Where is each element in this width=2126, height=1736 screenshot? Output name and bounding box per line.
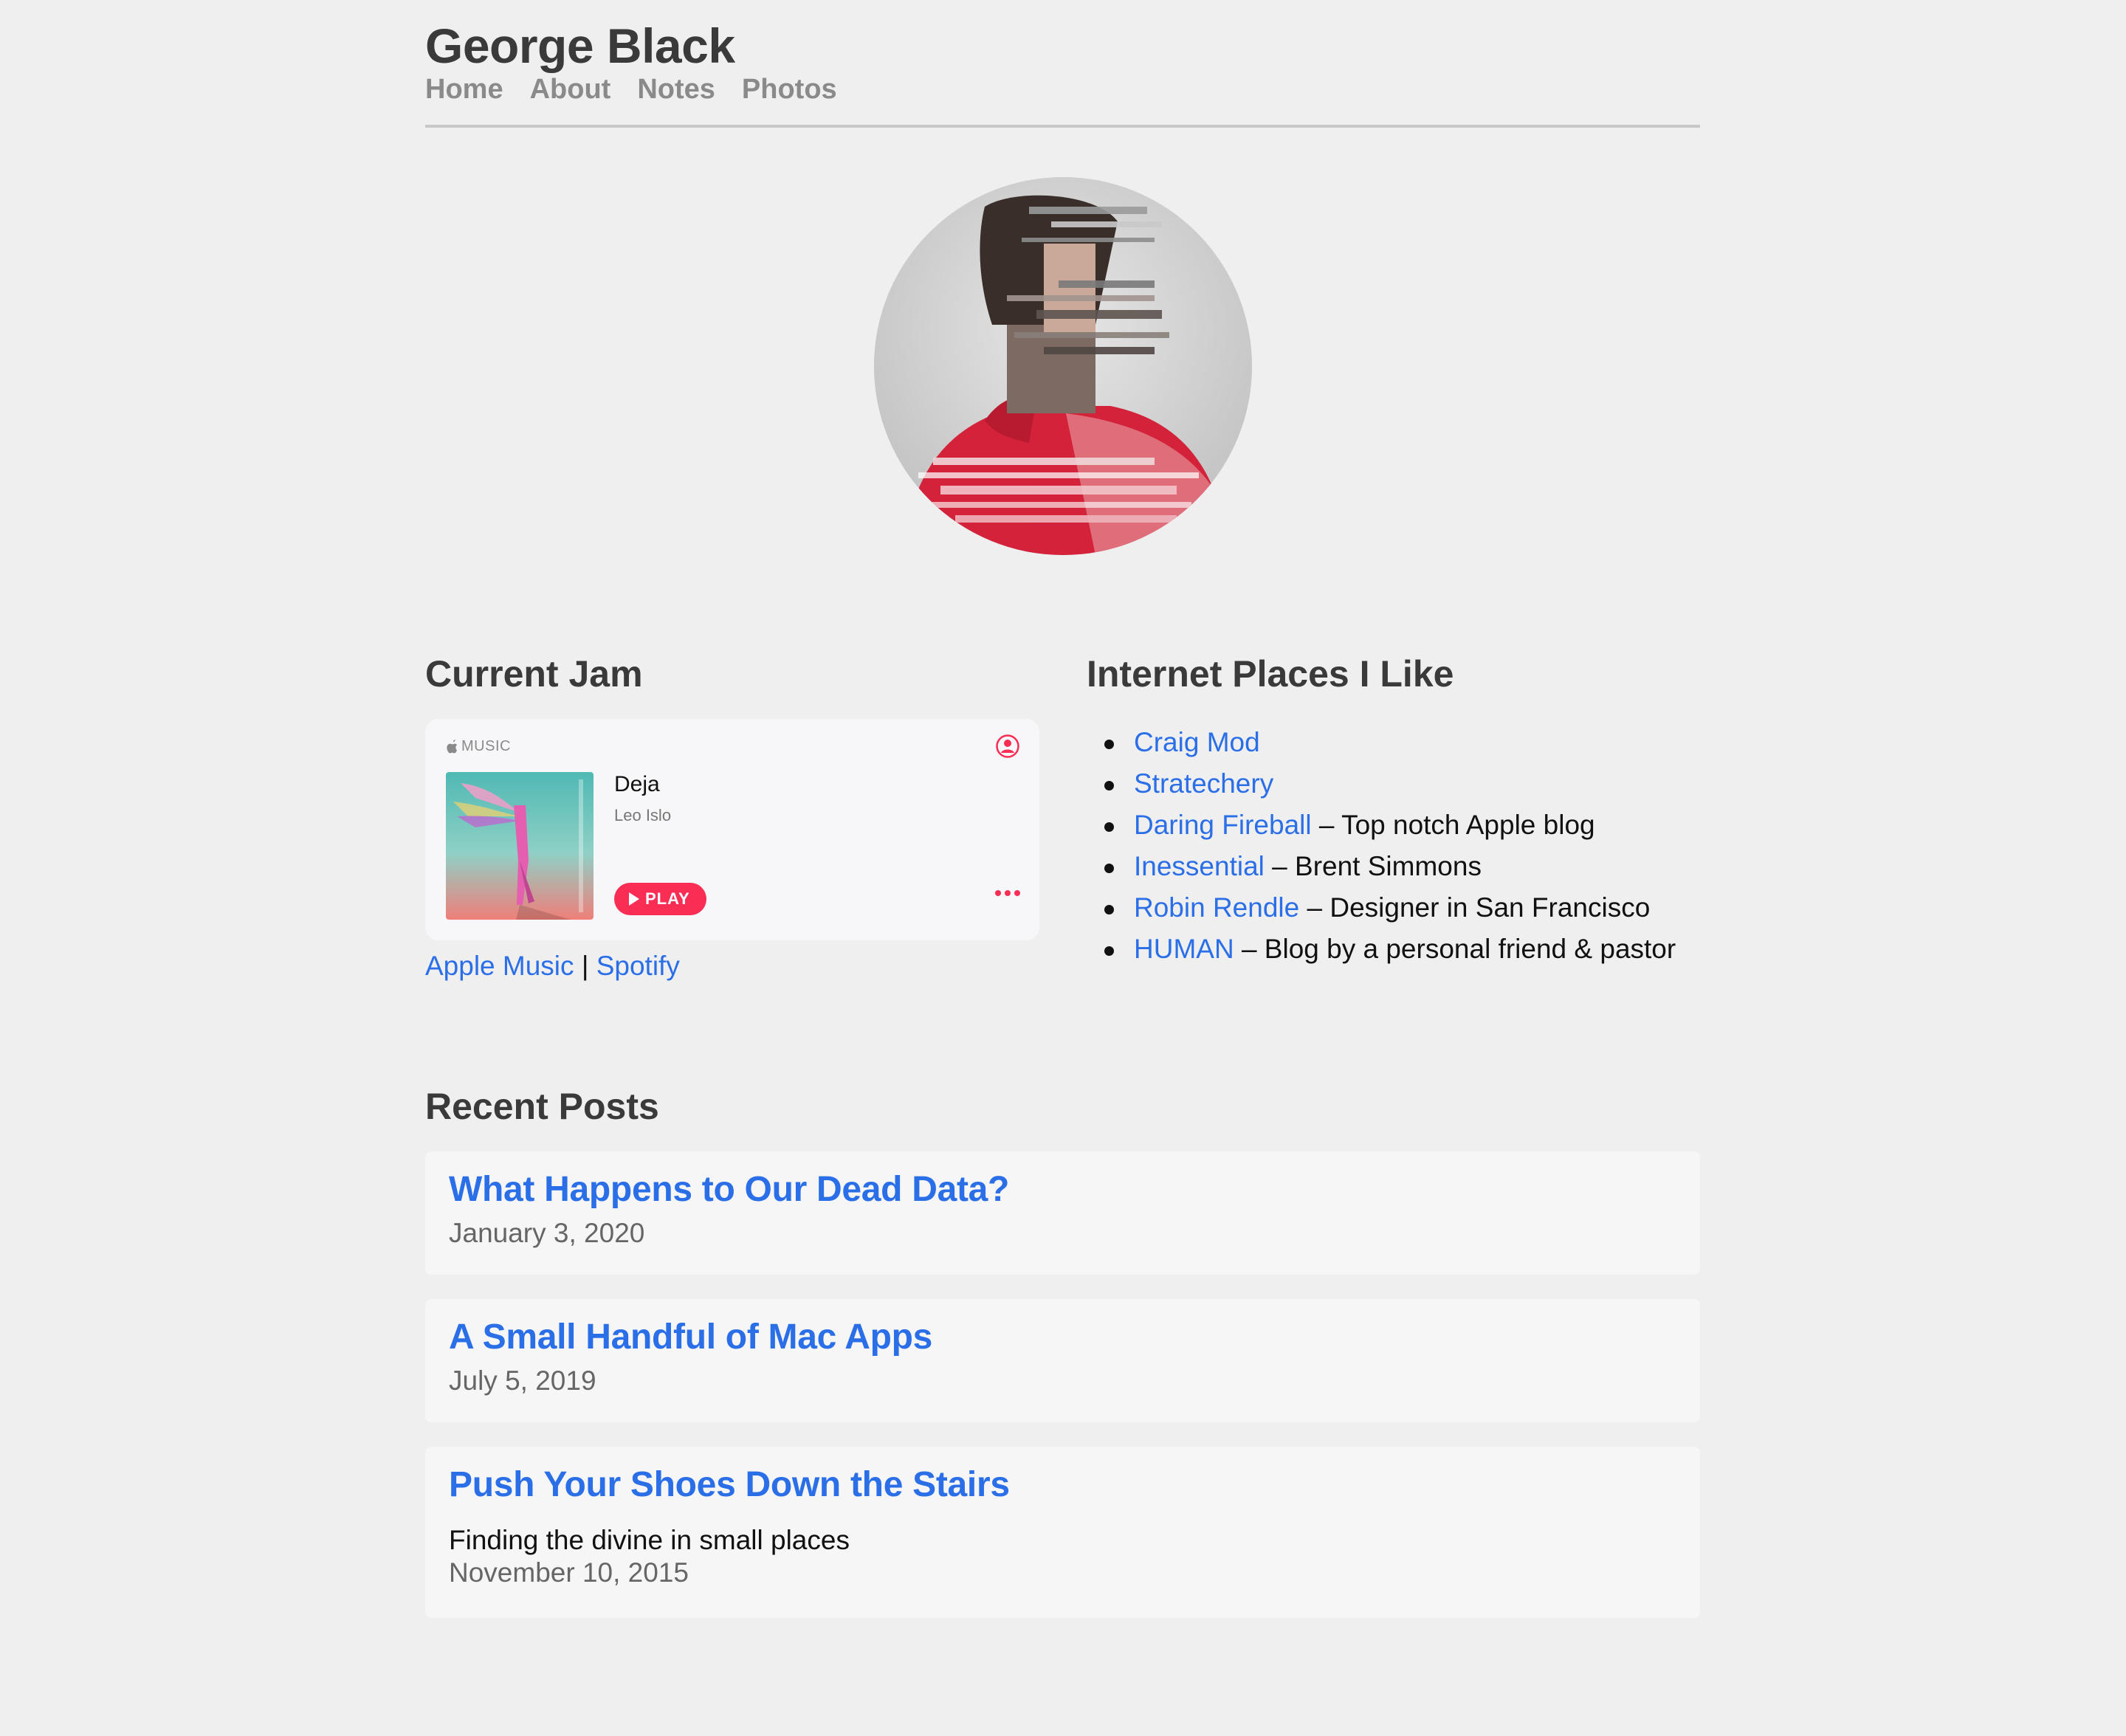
current-jam-heading: Current Jam bbox=[425, 653, 643, 695]
post-card: What Happens to Our Dead Data? January 3… bbox=[425, 1151, 1700, 1275]
place-description: – Blog by a personal friend & pastor bbox=[1241, 934, 1676, 964]
apple-music-brand: MUSIC bbox=[446, 738, 511, 755]
nav-home-link[interactable]: Home bbox=[425, 74, 503, 106]
place-description: – Designer in San Francisco bbox=[1307, 892, 1651, 923]
main-nav: Home About Notes Photos bbox=[425, 74, 837, 106]
list-item: Craig Mod bbox=[1087, 722, 1676, 763]
play-icon bbox=[629, 892, 639, 906]
list-item: Daring Fireball – Top notch Apple blog bbox=[1087, 805, 1676, 846]
link-separator: | bbox=[581, 951, 589, 981]
list-item: Inessential – Brent Simmons bbox=[1087, 846, 1676, 887]
robin-rendle-link[interactable]: Robin Rendle bbox=[1134, 892, 1299, 923]
music-brand-label: MUSIC bbox=[461, 738, 511, 754]
post-date: January 3, 2020 bbox=[449, 1218, 645, 1248]
apple-music-embed[interactable]: MUSIC Deja Leo Islo PLAY bbox=[425, 719, 1039, 940]
place-description: – Brent Simmons bbox=[1272, 851, 1482, 881]
post-date: November 10, 2015 bbox=[449, 1557, 689, 1588]
nav-notes-link[interactable]: Notes bbox=[637, 74, 715, 106]
place-description: – Top notch Apple blog bbox=[1318, 810, 1595, 840]
more-options-icon[interactable] bbox=[995, 890, 1020, 896]
nav-photos-link[interactable]: Photos bbox=[742, 74, 837, 106]
play-button[interactable]: PLAY bbox=[614, 883, 706, 915]
craig-mod-link[interactable]: Craig Mod bbox=[1134, 727, 1260, 757]
site-title[interactable]: George Black bbox=[425, 18, 735, 74]
post-title-link[interactable]: Push Your Shoes Down the Stairs bbox=[449, 1464, 1010, 1505]
places-list: Craig Mod Stratechery Daring Fireball – … bbox=[1087, 722, 1676, 970]
profile-photo bbox=[874, 177, 1252, 555]
post-title-link[interactable]: A Small Handful of Mac Apps bbox=[449, 1317, 932, 1357]
post-title-link[interactable]: What Happens to Our Dead Data? bbox=[449, 1169, 1009, 1210]
list-item: Stratechery bbox=[1087, 763, 1676, 805]
post-card: Push Your Shoes Down the Stairs Finding … bbox=[425, 1447, 1700, 1618]
inessential-link[interactable]: Inessential bbox=[1134, 851, 1265, 881]
play-button-label: PLAY bbox=[645, 889, 690, 908]
album-artwork[interactable] bbox=[446, 772, 594, 920]
header-divider bbox=[425, 125, 1700, 128]
apple-logo-icon bbox=[447, 739, 458, 753]
track-artist[interactable]: Leo Islo bbox=[614, 806, 671, 825]
post-date: July 5, 2019 bbox=[449, 1365, 596, 1396]
spotify-link[interactable]: Spotify bbox=[596, 951, 680, 981]
stratechery-link[interactable]: Stratechery bbox=[1134, 768, 1273, 799]
page: George Black Home About Notes Photos Cur… bbox=[0, 0, 2126, 1736]
nav-about-link[interactable]: About bbox=[530, 74, 611, 106]
user-account-icon[interactable] bbox=[995, 734, 1020, 759]
daring-fireball-link[interactable]: Daring Fireball bbox=[1134, 810, 1312, 840]
apple-music-link[interactable]: Apple Music bbox=[425, 951, 574, 981]
internet-places-heading: Internet Places I Like bbox=[1087, 653, 1454, 695]
music-service-links: Apple Music | Spotify bbox=[425, 951, 680, 982]
human-link[interactable]: HUMAN bbox=[1134, 934, 1234, 964]
post-subtitle: Finding the divine in small places bbox=[449, 1525, 850, 1555]
list-item: Robin Rendle – Designer in San Francisco bbox=[1087, 887, 1676, 929]
post-card: A Small Handful of Mac Apps July 5, 2019 bbox=[425, 1299, 1700, 1422]
recent-posts-heading: Recent Posts bbox=[425, 1086, 659, 1127]
list-item: HUMAN – Blog by a personal friend & past… bbox=[1087, 929, 1676, 970]
track-title[interactable]: Deja bbox=[614, 772, 660, 797]
